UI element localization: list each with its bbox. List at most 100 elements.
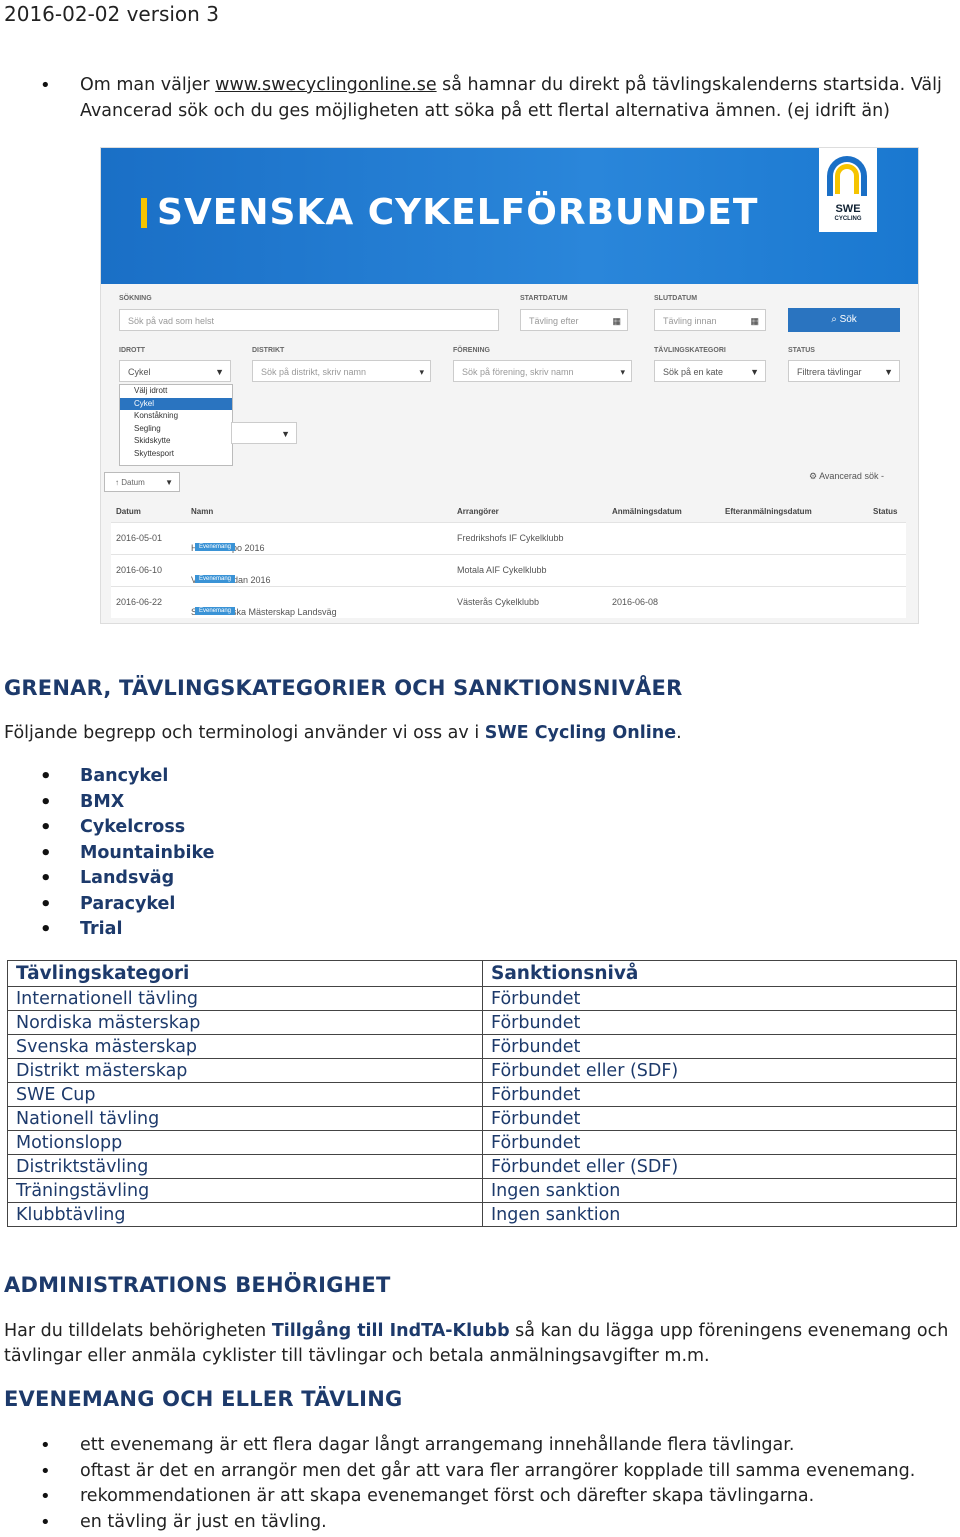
table-cell: Nordiska mästerskap bbox=[7, 1010, 483, 1035]
label-distrikt: DISTRIKT bbox=[252, 347, 285, 354]
table-cell: Ingen sanktion bbox=[482, 1202, 957, 1227]
idrott-dropdown-list[interactable]: Välj idrott Cykel Konståkning Segling Sk… bbox=[119, 384, 233, 466]
end-date-input[interactable]: Tävling innan ▦ bbox=[654, 309, 766, 331]
column-header[interactable]: Efteranmälningsdatum bbox=[725, 507, 812, 516]
section-heading-admin: ADMINISTRATIONS BEHÖRIGHET bbox=[4, 1273, 391, 1297]
table-cell: Förbundet bbox=[482, 1082, 957, 1107]
advanced-search-label: Avancerad sök - bbox=[819, 471, 884, 481]
table-cell: Ingen sanktion bbox=[482, 1178, 957, 1203]
forening-placeholder: Sök på förening, skriv namn bbox=[462, 367, 574, 377]
list-item: en tävling är just en tävling. bbox=[0, 1510, 915, 1536]
swecyclingonline-link[interactable]: www.swecyclingonline.se bbox=[215, 75, 436, 95]
section-heading-grenar: GRENAR, TÄVLINGSKATEGORIER OCH SANKTIONS… bbox=[4, 676, 683, 700]
dropdown-option[interactable]: Skyttesport bbox=[120, 448, 232, 461]
table-cell: Distrikt mästerskap bbox=[7, 1058, 483, 1083]
calendar-icon[interactable]: ▦ bbox=[750, 310, 759, 332]
table-header-row: Tävlingskategori Sanktionsnivå bbox=[7, 960, 957, 987]
idrott-selected-value: Cykel bbox=[128, 367, 151, 377]
embedded-website-screenshot: SVENSKA CYKELFÖRBUNDET SWE CYCLING SÖKNI… bbox=[100, 147, 919, 624]
chevron-down-icon: ▾ bbox=[620, 367, 625, 377]
paragraph-bold: SWE Cycling Online bbox=[484, 723, 677, 743]
table-cell: Träningstävling bbox=[7, 1178, 483, 1203]
column-header[interactable]: Status bbox=[873, 507, 897, 516]
forening-select[interactable]: Sök på förening, skriv namn ▾ bbox=[453, 360, 632, 382]
evenemang-badge: Evenemang bbox=[195, 607, 236, 615]
banner-title: SVENSKA CYKELFÖRBUNDET bbox=[157, 192, 759, 233]
row-anmalningsdatum: 2016-06-08 bbox=[612, 597, 659, 607]
results-table-header: Datum Namn Arrangörer Anmälningsdatum Ef… bbox=[111, 503, 906, 523]
idrott-select[interactable]: Cykel ▼ bbox=[119, 360, 231, 382]
dropdown-option[interactable]: Välj idrott bbox=[120, 385, 232, 398]
advanced-search-toggle[interactable]: ⚙ Avancerad sök - bbox=[809, 466, 918, 486]
calendar-icon[interactable]: ▦ bbox=[612, 310, 621, 332]
table-cell: Förbundet eller (SDF) bbox=[482, 1154, 957, 1179]
table-row[interactable]: 2016-05-01 Hofvettempo 2016Evenemang Fre… bbox=[111, 522, 906, 554]
distrikt-placeholder: Sök på distrikt, skriv namn bbox=[261, 367, 367, 377]
status-select[interactable]: Filtrera tävlingar ▼ bbox=[788, 360, 900, 382]
category-sanction-table: Tävlingskategori Sanktionsnivå Internati… bbox=[7, 960, 957, 1227]
label-startdatum: STARTDATUM bbox=[520, 295, 568, 302]
label-forening: FÖRENING bbox=[453, 347, 490, 354]
row-arranger: Fredrikshofs IF Cykelklubb bbox=[457, 533, 564, 543]
row-date: 2016-06-22 bbox=[116, 597, 163, 607]
paragraph-text: Följande begrepp och terminologi använde… bbox=[4, 723, 485, 743]
table-row: Distriktstävling Förbundet eller (SDF) bbox=[7, 1154, 957, 1179]
intro-text-rest: så hamnar du direkt på tävlingskalendern… bbox=[436, 75, 942, 95]
paragraph-suffix: . bbox=[676, 723, 682, 743]
dropdown-option[interactable]: Segling bbox=[120, 423, 232, 436]
column-header: Sanktionsnivå bbox=[482, 960, 957, 987]
logo-text: SWE bbox=[835, 203, 861, 215]
search-input[interactable]: Sök på vad som helst bbox=[119, 309, 499, 331]
paragraph-bold: Tillgång till IndTA-Klubb bbox=[271, 1321, 510, 1341]
chevron-down-icon: ▼ bbox=[165, 478, 173, 487]
table-row[interactable]: 2016-06-22 SCF Svenska Mästerskap Landsv… bbox=[111, 586, 906, 618]
start-date-placeholder: Tävling efter bbox=[529, 316, 579, 326]
list-item: rekommendationen är att skapa evenemange… bbox=[0, 1484, 915, 1510]
banner-accent-bar bbox=[141, 198, 147, 228]
column-header[interactable]: Anmälningsdatum bbox=[612, 507, 682, 516]
table-cell: Nationell tävling bbox=[7, 1106, 483, 1131]
evenemang-badge: Evenemang bbox=[195, 575, 236, 583]
chevron-down-icon: ▼ bbox=[884, 367, 893, 377]
table-cell: Förbundet bbox=[482, 1130, 957, 1155]
search-button[interactable]: ⌕ Sök bbox=[788, 308, 900, 332]
sort-select[interactable]: ↑ Datum ▼ bbox=[104, 472, 180, 492]
intro-list: Om man väljer www.swecyclingonline.se så… bbox=[0, 73, 942, 124]
start-date-input[interactable]: Tävling efter ▦ bbox=[520, 309, 628, 331]
label-status: STATUS bbox=[788, 347, 815, 354]
dropdown-option[interactable]: Konståkning bbox=[120, 410, 232, 423]
chevron-down-icon: ▼ bbox=[215, 367, 224, 377]
table-cell: Förbundet bbox=[482, 1034, 957, 1059]
table-row: Träningstävling Ingen sanktion bbox=[7, 1178, 957, 1203]
column-header[interactable]: Arrangörer bbox=[457, 507, 499, 516]
table-row: Nationell tävling Förbundet bbox=[7, 1106, 957, 1131]
kategori-select[interactable]: Sök på en kate ▼ bbox=[654, 360, 766, 382]
document-header-date: 2016-02-02 version 3 bbox=[4, 2, 219, 26]
chevron-down-icon: ▼ bbox=[281, 429, 290, 439]
intro-text: Om man väljer bbox=[80, 75, 216, 95]
table-cell: Klubbtävling bbox=[7, 1202, 483, 1227]
evenemang-list: ett evenemang är ett flera dagar långt a… bbox=[0, 1433, 915, 1535]
list-item: Trial bbox=[0, 917, 215, 943]
table-row: Distrikt mästerskap Förbundet eller (SDF) bbox=[7, 1058, 957, 1083]
chevron-down-icon: ▾ bbox=[419, 367, 424, 377]
table-row: Internationell tävling Förbundet bbox=[7, 986, 957, 1011]
row-date: 2016-05-01 bbox=[116, 533, 163, 543]
table-row[interactable]: 2016-06-10 Vätternrundan 2016Evenemang M… bbox=[111, 554, 906, 586]
dropdown-option[interactable]: Skidskytte bbox=[120, 435, 232, 448]
admin-paragraph: Har du tilldelats behörigheten Tillgång … bbox=[4, 1319, 948, 1369]
status-placeholder: Filtrera tävlingar bbox=[797, 367, 862, 377]
label-idrott: IDROTT bbox=[119, 347, 146, 354]
evenemang-badge: Evenemang bbox=[195, 543, 236, 551]
table-row: Svenska mästerskap Förbundet bbox=[7, 1034, 957, 1059]
hidden-select[interactable]: ▼ bbox=[231, 422, 297, 444]
paragraph-line2: tävlingar eller anmäla cyklister till tä… bbox=[4, 1346, 710, 1366]
column-header[interactable]: Datum bbox=[116, 507, 141, 516]
distrikt-select[interactable]: Sök på distrikt, skriv namn ▾ bbox=[252, 360, 431, 382]
table-cell: SWE Cup bbox=[7, 1082, 483, 1107]
section-heading-evenemang: EVENEMANG OCH ELLER TÄVLING bbox=[4, 1387, 403, 1411]
list-item: ett evenemang är ett flera dagar långt a… bbox=[0, 1433, 915, 1459]
column-header[interactable]: Namn bbox=[191, 507, 213, 516]
dropdown-option-selected[interactable]: Cykel bbox=[120, 397, 232, 410]
list-item: oftast är det en arrangör men det går at… bbox=[0, 1459, 915, 1485]
